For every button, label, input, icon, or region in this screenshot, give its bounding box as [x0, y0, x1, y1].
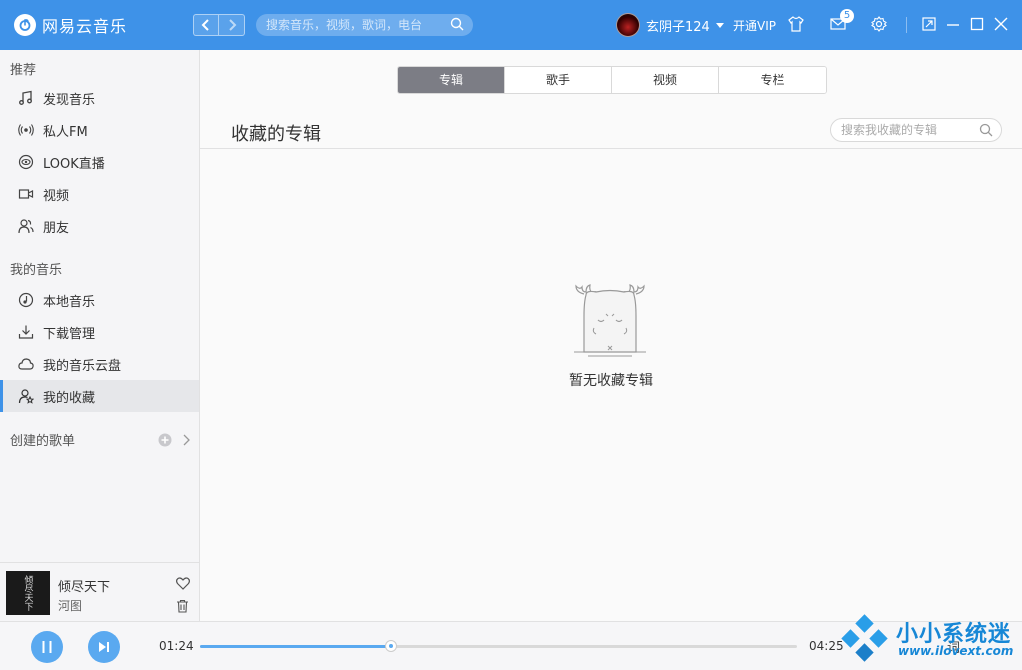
forward-button[interactable]: [219, 14, 245, 36]
tab-artists[interactable]: 歌手: [505, 67, 612, 93]
sidebar-item-label: 我的收藏: [43, 390, 96, 406]
skin-icon[interactable]: [787, 15, 805, 33]
sidebar-item-label: 我的音乐云盘: [43, 358, 122, 374]
progress-bar[interactable]: [200, 640, 797, 652]
now-playing-panel[interactable]: 倾尽天下 倾尽天下 河图: [0, 562, 199, 621]
collection-tabs: 专辑 歌手 视频 专栏: [397, 66, 827, 94]
download-icon: [17, 323, 35, 341]
app-logo[interactable]: 网易云音乐: [14, 13, 127, 37]
sidebar-item-private-fm[interactable]: 私人FM: [0, 114, 199, 146]
chevron-left-icon: [201, 19, 209, 31]
progress-fill: [200, 645, 392, 648]
settings-icon[interactable]: [870, 15, 888, 33]
empty-state-text: 暂无收藏专辑: [569, 373, 653, 389]
created-playlists-header[interactable]: 创建的歌单: [10, 430, 190, 449]
cloud-icon: [17, 355, 35, 373]
add-playlist-icon[interactable]: [158, 433, 172, 447]
global-search[interactable]: [256, 14, 473, 36]
watermark-url: www.ilovext.com: [898, 644, 1014, 658]
titlebar-divider: [906, 17, 907, 33]
sidebar-item-downloads[interactable]: 下载管理: [0, 316, 199, 348]
album-cover[interactable]: 倾尽天下: [6, 571, 50, 615]
page-title: 收藏的专辑: [231, 124, 321, 145]
main-content: 专辑 歌手 视频 专栏 收藏的专辑 暂无收藏专辑: [200, 50, 1022, 621]
sidebar-item-local-music[interactable]: 本地音乐: [0, 284, 199, 316]
album-cover-text: 倾尽天下: [22, 575, 33, 611]
tab-videos[interactable]: 视频: [612, 67, 719, 93]
sidebar-item-label: 朋友: [43, 220, 70, 236]
message-count-badge: 5: [840, 9, 854, 23]
sidebar-item-label: 下载管理: [43, 326, 96, 342]
next-track-icon: [99, 642, 109, 652]
sidebar-item-label: 发现音乐: [43, 92, 96, 108]
tab-albums[interactable]: 专辑: [398, 67, 505, 93]
sidebar-section-my-music: 我的音乐: [10, 263, 63, 278]
video-icon: [17, 185, 35, 203]
sidebar-item-my-collection[interactable]: 我的收藏: [0, 380, 199, 412]
collection-search-input[interactable]: [841, 123, 971, 137]
title-bar: 网易云音乐 玄阴子124 开通VIP 5: [0, 0, 1022, 50]
next-button[interactable]: [88, 631, 120, 663]
vip-button[interactable]: 开通VIP: [733, 17, 776, 34]
avatar[interactable]: [616, 13, 640, 37]
now-playing-artist[interactable]: 河图: [58, 597, 82, 614]
collection-icon: [17, 387, 35, 405]
search-icon[interactable]: [979, 123, 993, 137]
friends-icon: [17, 217, 35, 235]
current-time: 01:24: [159, 639, 194, 653]
heart-icon[interactable]: [176, 577, 190, 590]
sidebar-item-label: LOOK直播: [43, 156, 105, 172]
sidebar-item-label: 本地音乐: [43, 294, 96, 310]
app-name: 网易云音乐: [42, 17, 128, 36]
user-menu[interactable]: 玄阴子124: [616, 13, 724, 37]
now-playing-title[interactable]: 倾尽天下: [58, 576, 110, 595]
pause-icon: [42, 641, 52, 653]
sidebar-item-friends[interactable]: 朋友: [0, 210, 199, 242]
global-search-input[interactable]: [266, 18, 446, 32]
sidebar-item-look-live[interactable]: LOOK直播: [0, 146, 199, 178]
sidebar-item-music-cloud[interactable]: 我的音乐云盘: [0, 348, 199, 380]
sidebar-item-label: 私人FM: [43, 124, 88, 140]
search-icon[interactable]: [450, 17, 464, 31]
empty-moose-icon: [574, 284, 646, 357]
username[interactable]: 玄阴子124: [646, 16, 710, 35]
header-divider: [200, 148, 1022, 149]
back-button[interactable]: [193, 14, 219, 36]
sidebar-item-video[interactable]: 视频: [0, 178, 199, 210]
maximize-icon[interactable]: [970, 17, 984, 31]
mini-mode-icon[interactable]: [922, 17, 936, 31]
collection-search[interactable]: [830, 118, 1002, 142]
sidebar-item-label: 视频: [43, 188, 70, 204]
sidebar-section-recommend: 推荐: [10, 63, 37, 78]
live-icon: [17, 153, 35, 171]
chevron-right-icon[interactable]: [182, 434, 190, 446]
close-icon[interactable]: [994, 17, 1008, 31]
sidebar-item-discover-music[interactable]: 发现音乐: [0, 82, 199, 114]
minimize-icon[interactable]: [946, 17, 960, 31]
progress-handle[interactable]: [385, 640, 398, 652]
trash-icon[interactable]: [176, 599, 189, 613]
radio-icon: [17, 121, 35, 139]
watermark: 小小系统迷 www.ilovext.com: [838, 612, 1022, 670]
music-note-icon: [17, 89, 35, 107]
local-music-icon: [17, 291, 35, 309]
netease-logo-icon: [14, 14, 36, 36]
sidebar: 推荐 发现音乐 私人FM LOOK直播 视频 朋友 我的音乐 本地音乐 下载管理…: [0, 50, 200, 621]
tab-columns[interactable]: 专栏: [719, 67, 826, 93]
created-playlists-label: 创建的歌单: [10, 434, 76, 449]
chevron-right-icon: [228, 19, 236, 31]
history-nav: [193, 14, 245, 36]
pause-button[interactable]: [31, 631, 63, 663]
caret-down-icon[interactable]: [715, 22, 724, 28]
watermark-logo-icon: [841, 614, 888, 662]
